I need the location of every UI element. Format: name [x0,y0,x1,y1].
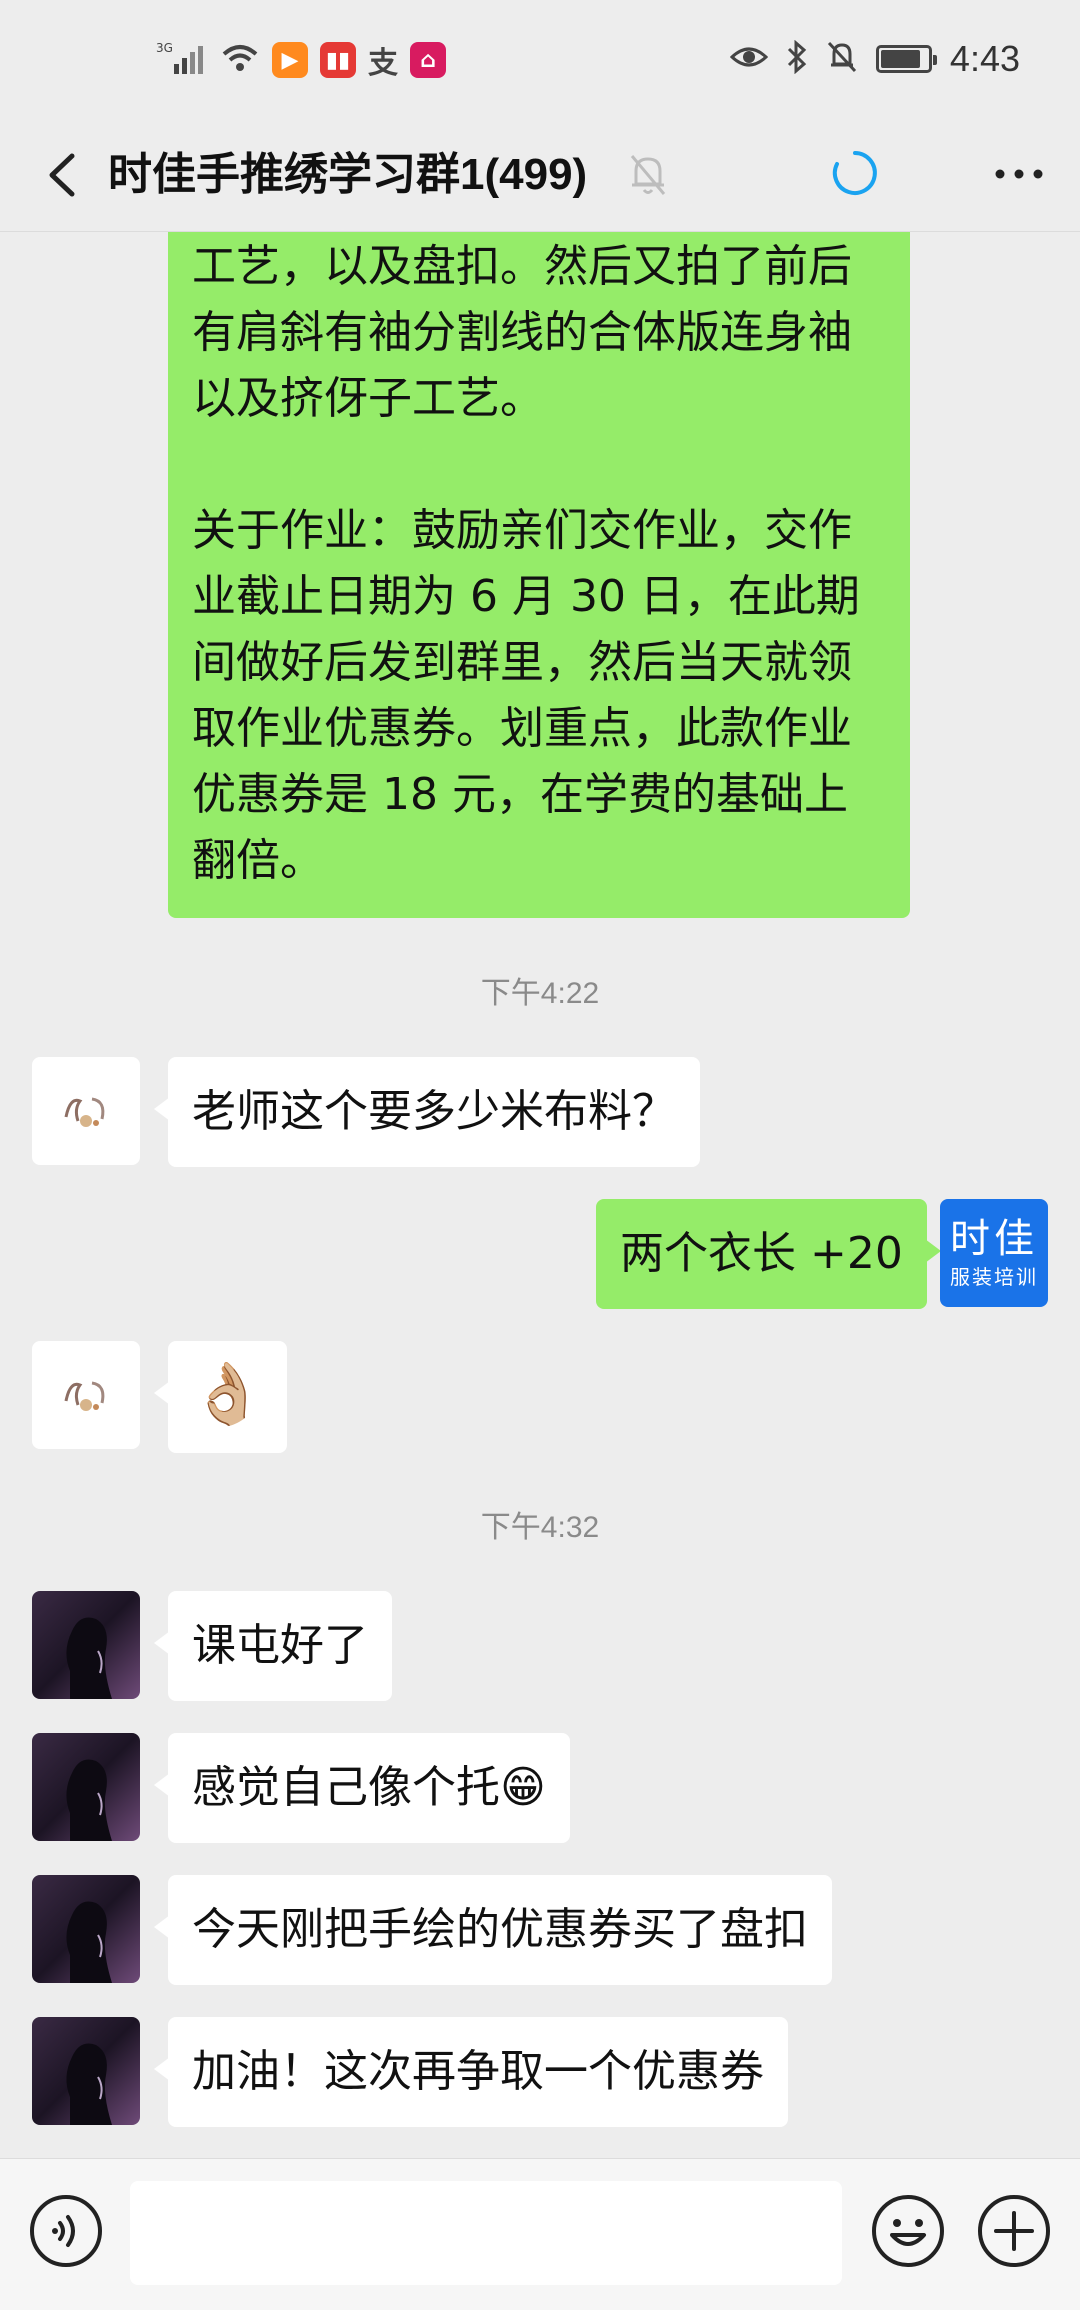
voice-input-icon [30,2195,102,2267]
more-button[interactable] [984,144,1054,204]
chat-area[interactable]: 工艺，以及盘扣。然后又拍了前后有肩斜有袖分割线的合体版连身袖以及挤伢子工艺。 关… [0,232,1080,2158]
svg-text:3G: 3G [156,41,173,55]
avatar[interactable] [32,1875,140,1983]
more-functions-button[interactable] [976,2193,1052,2269]
bluetooth-icon [786,39,808,78]
chevron-left-icon [49,153,75,197]
back-button[interactable] [30,140,100,210]
video-app-icon: ▶ [272,42,308,78]
avatar[interactable] [32,1057,140,1165]
book-app-icon: ▮▮ [320,42,356,78]
avatar-image [64,1381,105,1411]
message-text: 今天刚把手绘的优惠券买了盘扣 [192,1904,808,1955]
more-dots-icon [995,169,1043,179]
status-bar: 3G ▶ ▮▮ 支 ⌂ 4:43 [0,0,1080,118]
bell-off-icon [626,150,670,200]
plus-icon [978,2195,1050,2267]
avatar-image [66,2043,112,2125]
eye-icon [729,43,769,75]
battery-fill [880,50,920,68]
message-bubble[interactable]: 感觉自己像个托😁 [154,1733,570,1843]
clock: 4:43 [949,38,1020,79]
timestamp: 下午4:22 [480,977,600,1010]
avatar-image [64,1097,105,1127]
avatar[interactable] [32,1733,140,1841]
emoji-button[interactable] [870,2193,946,2269]
notifications-off-icon [826,40,858,78]
message-bubble-long[interactable]: 工艺，以及盘扣。然后又拍了前后有肩斜有袖分割线的合体版连身袖以及挤伢子工艺。 关… [168,232,910,918]
avatar[interactable] [32,1591,140,1699]
chat-title: 时佳手推绣学习群1(499) [108,150,588,199]
message-text: 工艺，以及盘扣。然后又拍了前后有肩斜有袖分割线的合体版连身袖以及挤伢子工艺。 关… [192,241,860,886]
loading-spinner-icon [830,148,880,198]
emoji-icon [872,2195,944,2267]
voice-input-button[interactable] [28,2193,104,2269]
status-left: 3G ▶ ▮▮ 支 ⌂ [156,38,446,82]
wifi-icon [220,40,260,80]
message-text: 两个衣长 +20 [620,1228,903,1279]
message-text: 感觉自己像个托😁 [192,1762,546,1813]
message-bubble[interactable]: 今天刚把手绘的优惠券买了盘扣 [154,1875,832,1985]
message-bubble[interactable]: 课屯好了 [154,1591,392,1701]
message-bubble[interactable]: 老师这个要多少米布料？ [154,1057,700,1167]
avatar-image [66,1759,112,1841]
self-avatar[interactable]: 时佳 服装培训 [940,1199,1048,1307]
message-bubble[interactable]: 👌🏼 [154,1341,287,1453]
message-text: 课屯好了 [192,1620,368,1671]
message-text: 老师这个要多少米布料？ [192,1086,676,1137]
battery-icon [875,45,937,73]
message-bubble-self[interactable]: 两个衣长 +20 [596,1199,941,1309]
message-input[interactable] [130,2181,842,2285]
alipay-icon: 支 [368,46,398,81]
signal-icon: 3G [156,40,208,80]
self-avatar-line2: 服装培训 [950,1265,1038,1289]
message-bubble[interactable]: 加油！这次再争取一个优惠券 [154,2017,788,2127]
input-bar [0,2158,1080,2310]
avatar-image [66,1617,112,1699]
message-text: 加油！这次再争取一个优惠券 [192,2046,764,2097]
ok-hand-emoji: 👌🏼 [190,1359,265,1429]
chat-header: 时佳手推绣学习群1(499) [0,118,1080,232]
status-right: 4:43 [729,38,1020,80]
self-avatar-line1: 时佳 [950,1216,1038,1262]
avatar[interactable] [32,1341,140,1449]
avatar-image [66,1901,112,1983]
timestamp: 下午4:32 [480,1511,600,1544]
shop-app-icon: ⌂ [410,42,446,78]
avatar[interactable] [32,2017,140,2125]
